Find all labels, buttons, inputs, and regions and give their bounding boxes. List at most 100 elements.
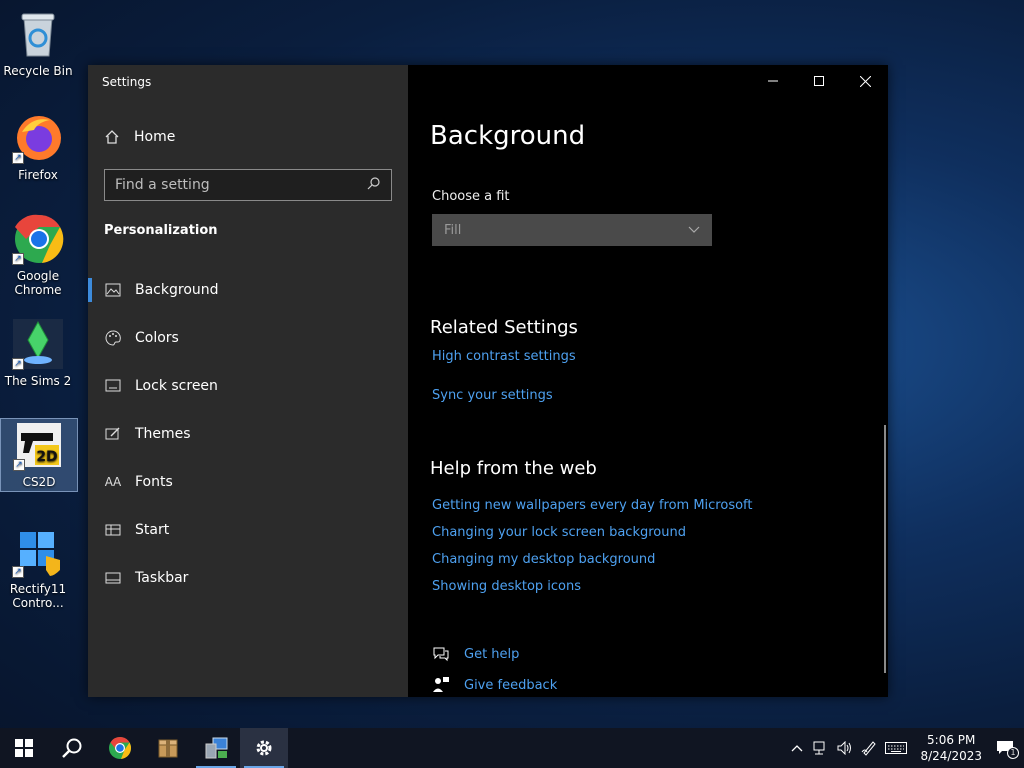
notification-badge: 1 xyxy=(1007,747,1019,759)
network-icon[interactable] xyxy=(812,739,830,757)
desktop-icon-the-sims-2[interactable]: ↗ The Sims 2 xyxy=(0,318,76,388)
choose-fit-label: Choose a fit xyxy=(432,189,510,204)
chrome-icon: ↗ xyxy=(12,213,64,265)
desktop-icon-label: The Sims 2 xyxy=(4,374,72,388)
desktop-icon-label: Google Chrome xyxy=(14,269,62,297)
pen-icon[interactable] xyxy=(860,739,878,757)
palette-icon xyxy=(105,330,121,346)
dropdown-value: Fill xyxy=(444,222,462,238)
search-input[interactable]: Find a setting xyxy=(104,169,392,201)
desktop-icon-google-chrome[interactable]: ↗ Google Chrome xyxy=(0,213,76,297)
shortcut-arrow-icon: ↗ xyxy=(13,459,25,471)
settings-window: Settings Home Find a setting Personaliza… xyxy=(88,65,888,697)
nav-section-title: Personalization xyxy=(104,223,218,238)
keyboard-icon[interactable] xyxy=(884,739,908,757)
search-icon xyxy=(62,738,82,758)
link-desktop-background[interactable]: Changing my desktop background xyxy=(432,552,655,567)
rectify11-icon: ↗ xyxy=(12,526,64,578)
taskbar-search-button[interactable] xyxy=(48,728,96,768)
nav-item-lock-screen[interactable]: Lock screen xyxy=(88,362,408,410)
cs2d-icon: 2D ↗ xyxy=(13,419,65,471)
lock-screen-icon xyxy=(105,378,121,394)
taskbar: 5:06 PM 8/24/2023 1 xyxy=(0,728,1024,768)
recycle-bin-icon xyxy=(12,8,64,60)
desktop-icon-label: Recycle Bin xyxy=(3,64,73,78)
page-title: Background xyxy=(430,121,586,151)
volume-icon[interactable] xyxy=(836,739,854,757)
nav-item-fonts[interactable]: 𝖠A Fonts xyxy=(88,458,408,506)
close-button[interactable] xyxy=(842,65,888,97)
nav-item-background[interactable]: Background xyxy=(88,266,408,314)
nav-home[interactable]: Home xyxy=(104,129,175,145)
desktop-icon-label: Firefox xyxy=(18,168,58,182)
windows-logo-icon xyxy=(15,739,33,757)
related-settings-heading: Related Settings xyxy=(430,317,578,338)
clock-date: 8/24/2023 xyxy=(920,749,982,763)
desktop-icon-rectify11[interactable]: ↗ Rectify11 Contro... xyxy=(0,526,76,610)
maximize-button[interactable] xyxy=(796,65,842,97)
package-icon xyxy=(158,739,178,758)
desktop-icon-cs2d[interactable]: 2D ↗ CS2D xyxy=(0,418,78,492)
start-button[interactable] xyxy=(0,728,48,768)
start-icon xyxy=(105,522,121,538)
link-high-contrast-settings[interactable]: High contrast settings xyxy=(432,349,576,364)
window-controls xyxy=(750,65,888,97)
chat-help-icon xyxy=(432,645,450,663)
window-title: Settings xyxy=(102,75,152,89)
feedback-person-icon xyxy=(432,676,450,694)
taskbar-control-panel[interactable] xyxy=(192,728,240,768)
desktop-icon-label: Rectify11 Contro... xyxy=(9,582,67,610)
nav-item-taskbar[interactable]: Taskbar xyxy=(88,554,408,602)
control-panel-icon xyxy=(205,737,228,759)
chrome-icon xyxy=(109,737,132,759)
nav-item-label: Fonts xyxy=(135,474,173,490)
notification-icon[interactable]: 1 xyxy=(994,739,1019,759)
link-lock-screen-background[interactable]: Changing your lock screen background xyxy=(432,525,686,540)
nav-item-colors[interactable]: Colors xyxy=(88,314,408,362)
nav-item-label: Start xyxy=(135,522,170,538)
search-icon xyxy=(367,176,381,194)
minimize-button[interactable] xyxy=(750,65,796,97)
themes-icon xyxy=(105,426,121,442)
desktop-icon-label: CS2D xyxy=(22,475,56,489)
taskbar-chrome[interactable] xyxy=(96,728,144,768)
give-feedback-link[interactable]: Give feedback xyxy=(432,676,557,694)
desktop-icon-firefox[interactable]: ↗ Firefox xyxy=(0,112,76,182)
shortcut-arrow-icon: ↗ xyxy=(12,152,24,164)
nav-item-label: Lock screen xyxy=(135,378,218,394)
link-sync-settings[interactable]: Sync your settings xyxy=(432,388,553,403)
svg-text:2D: 2D xyxy=(36,449,57,465)
nav-item-start[interactable]: Start xyxy=(88,506,408,554)
nav-item-themes[interactable]: Themes xyxy=(88,410,408,458)
nav-item-label: Themes xyxy=(135,426,191,442)
nav-item-label: Colors xyxy=(135,330,179,346)
chevron-up-icon[interactable] xyxy=(788,739,806,757)
content-scrollbar[interactable] xyxy=(884,425,886,673)
get-help-link[interactable]: Get help xyxy=(432,645,519,663)
link-desktop-icons[interactable]: Showing desktop icons xyxy=(432,579,581,594)
nav-home-label: Home xyxy=(134,129,176,145)
shortcut-arrow-icon: ↗ xyxy=(12,566,24,578)
get-help-label: Get help xyxy=(464,646,520,662)
taskbar-package-app[interactable] xyxy=(144,728,192,768)
taskbar-settings[interactable] xyxy=(240,728,288,768)
nav-item-label: Taskbar xyxy=(135,570,189,586)
help-from-web-heading: Help from the web xyxy=(430,458,597,479)
chevron-down-icon xyxy=(688,223,700,238)
settings-nav-pane: Settings Home Find a setting Personaliza… xyxy=(88,65,408,697)
link-new-wallpapers[interactable]: Getting new wallpapers every day from Mi… xyxy=(432,498,753,513)
shortcut-arrow-icon: ↗ xyxy=(12,358,24,370)
desktop-icon-recycle-bin[interactable]: Recycle Bin xyxy=(0,8,76,78)
gear-icon xyxy=(256,740,272,756)
picture-icon xyxy=(105,282,121,298)
search-placeholder: Find a setting xyxy=(115,177,210,193)
choose-fit-dropdown[interactable]: Fill xyxy=(432,214,712,246)
nav-list: Background Colors Lock screen Themes 𝖠A … xyxy=(88,266,408,602)
taskbar-icon xyxy=(105,570,121,586)
fonts-icon: 𝖠A xyxy=(104,475,122,489)
settings-content-pane: Background Choose a fit Fill Related Set… xyxy=(408,65,888,697)
nav-item-label: Background xyxy=(135,282,219,298)
sims-plumbob-icon: ↗ xyxy=(12,318,64,370)
clock[interactable]: 5:06 PM 8/24/2023 xyxy=(920,732,982,764)
clock-time: 5:06 PM xyxy=(927,733,976,747)
